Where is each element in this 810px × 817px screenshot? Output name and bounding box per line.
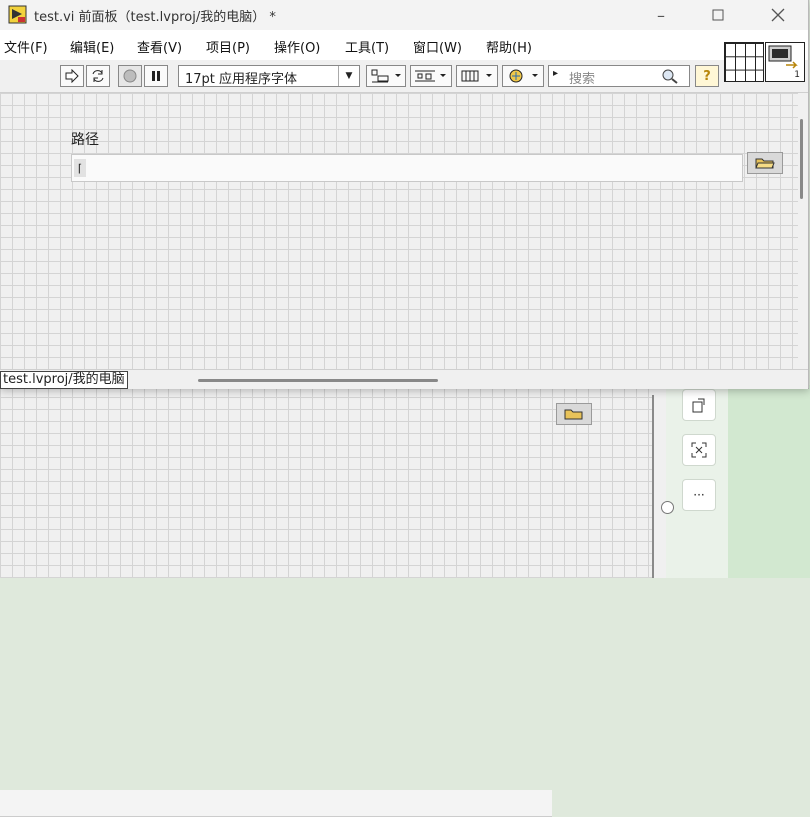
abort-icon bbox=[123, 69, 137, 83]
minimize-icon: – bbox=[657, 5, 665, 25]
help-icon: ? bbox=[703, 68, 711, 84]
search-scope-arrow-icon: ▸ bbox=[553, 68, 559, 79]
distribute-objects-button[interactable] bbox=[410, 65, 452, 87]
close-button[interactable] bbox=[755, 0, 801, 30]
fit-screen-icon bbox=[691, 442, 707, 458]
pause-icon bbox=[152, 71, 160, 81]
panel-splitter[interactable] bbox=[652, 385, 666, 578]
toolbar: 17pt 应用程序字体 ▼ ▸ 搜索 ? bbox=[0, 60, 808, 93]
minimize-button[interactable]: – bbox=[638, 0, 684, 30]
resize-objects-icon bbox=[461, 70, 492, 82]
resize-objects-button[interactable] bbox=[456, 65, 498, 87]
menu-tools[interactable]: 工具(T) bbox=[345, 37, 389, 56]
search-box[interactable]: ▸ 搜索 bbox=[548, 65, 690, 87]
connector-number: 1 bbox=[794, 70, 800, 80]
project-context[interactable]: test.lvproj/我的电脑 bbox=[0, 371, 128, 389]
menu-help[interactable]: 帮助(H) bbox=[486, 37, 532, 56]
align-objects-button[interactable] bbox=[366, 65, 406, 87]
font-selector[interactable]: 17pt 应用程序字体 ▼ bbox=[178, 65, 360, 87]
window-title: test.vi 前面板（test.lvproj/我的电脑） * bbox=[34, 10, 276, 25]
run-continuously-button[interactable] bbox=[86, 65, 110, 87]
title-bar[interactable]: test.vi 前面板（test.lvproj/我的电脑） * – bbox=[0, 0, 808, 30]
front-panel-canvas[interactable] bbox=[0, 93, 798, 369]
background-front-panel bbox=[0, 385, 652, 817]
menu-operate[interactable]: 操作(O) bbox=[274, 37, 320, 56]
font-selector-value: 17pt 应用程序字体 bbox=[185, 72, 298, 87]
context-help-button[interactable]: ? bbox=[695, 65, 719, 87]
reorder-button[interactable] bbox=[502, 65, 544, 87]
front-panel-window: test.vi 前面板（test.lvproj/我的电脑） * – 文件(F) … bbox=[0, 0, 809, 389]
run-button[interactable] bbox=[60, 65, 84, 87]
search-icon[interactable] bbox=[661, 68, 679, 84]
dropdown-arrow-icon: ▼ bbox=[338, 66, 359, 86]
distribute-objects-icon bbox=[415, 70, 446, 82]
search-input[interactable]: 搜索 bbox=[569, 68, 595, 87]
pause-button[interactable] bbox=[144, 65, 168, 87]
labview-app-icon bbox=[8, 5, 27, 24]
path-control-label: 路径 bbox=[71, 132, 99, 148]
run-arrow-icon bbox=[65, 69, 79, 83]
rotate-button[interactable] bbox=[682, 389, 716, 421]
horizontal-scrollbar[interactable] bbox=[198, 379, 438, 382]
maximize-button[interactable] bbox=[695, 0, 741, 30]
background-browse-button[interactable] bbox=[556, 403, 592, 425]
align-objects-icon bbox=[371, 69, 401, 83]
background-path-control[interactable] bbox=[0, 790, 552, 817]
more-button[interactable]: ··· bbox=[682, 479, 716, 511]
more-label: ··· bbox=[693, 488, 705, 502]
fit-screen-button[interactable] bbox=[682, 434, 716, 466]
connector-pane[interactable] bbox=[724, 42, 764, 82]
menu-edit[interactable]: 编辑(E) bbox=[70, 37, 114, 56]
splitter-handle[interactable] bbox=[661, 501, 674, 514]
path-control[interactable]: ⌈ bbox=[71, 154, 743, 182]
maximize-icon bbox=[712, 9, 724, 21]
folder-open-icon bbox=[755, 158, 775, 169]
vi-icon[interactable]: 1 bbox=[765, 42, 805, 82]
folder-icon bbox=[564, 409, 583, 420]
vertical-scrollbar[interactable] bbox=[798, 93, 808, 369]
close-icon bbox=[771, 8, 785, 22]
menu-view[interactable]: 查看(V) bbox=[137, 37, 182, 56]
run-continuously-icon bbox=[92, 70, 104, 82]
rotate-icon bbox=[692, 398, 705, 413]
menu-project[interactable]: 项目(P) bbox=[206, 37, 250, 56]
path-type-icon[interactable]: ⌈ bbox=[74, 159, 86, 177]
reorder-icon bbox=[509, 69, 538, 83]
menu-file[interactable]: 文件(F) bbox=[4, 37, 48, 56]
menu-window[interactable]: 窗口(W) bbox=[413, 37, 462, 56]
status-bar: test.lvproj/我的电脑 bbox=[0, 369, 808, 389]
browse-button[interactable] bbox=[747, 152, 783, 174]
menu-bar: 文件(F) 编辑(E) 查看(V) 项目(P) 操作(O) 工具(T) 窗口(W… bbox=[0, 33, 808, 59]
abort-button[interactable] bbox=[118, 65, 142, 87]
